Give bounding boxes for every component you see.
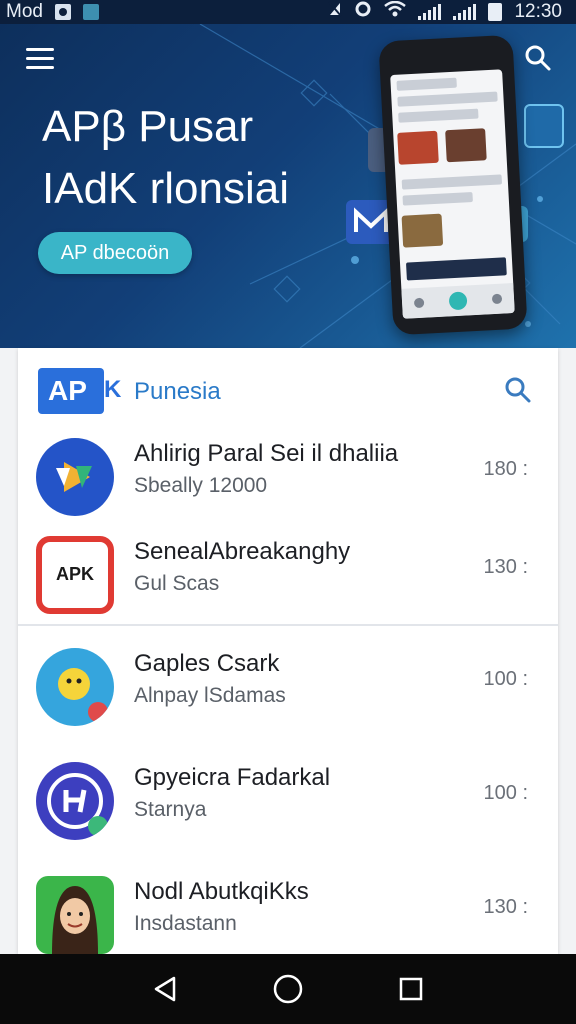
list-divider (18, 624, 558, 626)
app-subtitle: Starnya (134, 798, 207, 821)
app-count: 130 : (483, 896, 528, 918)
mock-banner (405, 257, 507, 281)
brand-name: Punesia (134, 378, 221, 405)
mock-row (396, 77, 457, 91)
mock-row (401, 174, 503, 190)
app-notification-icon (82, 4, 99, 20)
app-count: 100 : (483, 668, 528, 690)
mock-thumb (397, 130, 439, 165)
app-count: 180 : (483, 458, 528, 480)
recents-icon[interactable] (391, 969, 431, 1009)
mock-row (398, 108, 479, 123)
app-subtitle: Alnpay lSdamas (134, 684, 286, 707)
app-title: Gaples Csark (134, 650, 280, 677)
phone-mockup-image (378, 34, 528, 336)
avatar-app-icon (36, 876, 114, 954)
list-item[interactable]: Nodl AbutkqiKks Insdastann 130 : (18, 866, 558, 954)
notification-icon (54, 4, 71, 20)
back-icon[interactable] (145, 969, 185, 1009)
hero-title-line-1: APβ Pusar (42, 102, 254, 151)
app-count: 100 : (483, 782, 528, 804)
app-subtitle: Gul Scas (134, 572, 220, 595)
status-carrier-text: Mod (6, 1, 43, 22)
list-item[interactable]: Ahlirig Paral Sei il dhaliia Sbeally 120… (18, 428, 558, 524)
app-subtitle: Insdastann (134, 912, 237, 935)
battery-icon (488, 3, 503, 21)
system-nav-bar (0, 954, 576, 1024)
mock-thumb (445, 128, 487, 163)
signal-icon-2 (453, 4, 477, 20)
app-title: Gpyeicra Fadarkal (134, 764, 331, 791)
hero-title-line-2: IAdK rlonsiai (42, 164, 290, 213)
card-header: AP K Punesia (18, 348, 558, 434)
hero-cta-button[interactable]: AP dbecoön (38, 232, 192, 274)
screen: Mod 12:30 APβ Pusar IAdK rlonsiai AP dbe… (0, 0, 576, 1024)
list-item[interactable]: APK SenealAbreakanghy Gul Scas 130 : (18, 526, 558, 622)
app-icon-play (36, 438, 114, 516)
mock-thumbs (397, 206, 511, 257)
app-title: Nodl AbutkqiKks (134, 878, 309, 905)
signal-icon (418, 4, 442, 20)
mock-nav (401, 282, 515, 319)
status-right: 12:30 (328, 0, 562, 24)
apk-logo-suffix: K (104, 376, 122, 403)
status-time: 12:30 (514, 1, 562, 22)
apk-icon-label: APK (55, 564, 94, 584)
wifi-icon (384, 0, 407, 23)
mock-thumbs (393, 123, 507, 174)
mock-row (397, 91, 498, 107)
app-title: SenealAbreakanghy (134, 538, 351, 565)
apk-logo: AP (38, 368, 104, 414)
mock-row (402, 191, 473, 206)
hero-banner: APβ Pusar IAdK rlonsiai AP dbecoön (0, 24, 576, 348)
status-bar: Mod 12:30 (0, 0, 576, 24)
sync-icon (354, 0, 372, 24)
mock-thumb (401, 213, 444, 248)
cartoon-app-icon (36, 648, 114, 726)
search-icon[interactable] (504, 376, 532, 409)
app-icon-purple (36, 762, 114, 840)
list-item[interactable]: Gaples Csark Alnpay lSdamas 100 : (18, 638, 558, 734)
phone-mockup-screen (390, 69, 515, 319)
floating-card-right (524, 104, 564, 148)
app-list-card: AP K Punesia Ahlirig Paral Sei il dhalii… (18, 348, 558, 954)
app-subtitle: Sbeally 12000 (134, 474, 268, 497)
menu-icon[interactable] (26, 48, 54, 70)
home-icon[interactable] (268, 969, 308, 1009)
status-left: Mod (6, 1, 99, 23)
search-icon[interactable] (524, 44, 552, 77)
hero-title: APβ Pusar IAdK rlonsiai (42, 96, 289, 220)
app-count: 130 : (483, 556, 528, 578)
list-item[interactable]: Gpyeicra Fadarkal Starnya 100 : (18, 752, 558, 848)
apk-app-icon: APK (36, 536, 114, 614)
signal-off-icon (328, 1, 343, 23)
app-title: Ahlirig Paral Sei il dhaliia (134, 440, 399, 467)
